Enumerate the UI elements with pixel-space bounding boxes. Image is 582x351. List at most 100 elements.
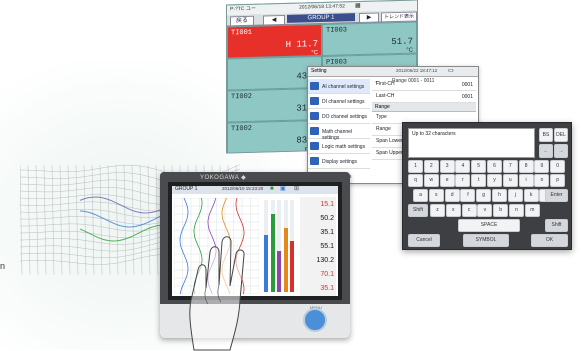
wave-grid-line [43, 164, 47, 276]
key-7[interactable]: 7 [502, 160, 518, 173]
device-group-label: GROUP 1 [175, 186, 198, 192]
key-a[interactable]: a [413, 189, 428, 202]
wave-grid-line [115, 164, 119, 276]
cursor-left-key[interactable]: ← [539, 144, 553, 158]
settings-subfield-label: Span Upper [376, 150, 403, 156]
key-t[interactable]: t [471, 174, 487, 187]
settings-menu-item[interactable]: DO channel settings [308, 109, 370, 124]
wave-grid-line [67, 164, 71, 276]
wave-grid-line [123, 164, 127, 276]
del-key[interactable]: DEL [554, 128, 568, 142]
storage-icon: ▦ [355, 2, 361, 10]
channel-value: 51.7 [391, 36, 413, 48]
settings-menu-item[interactable]: DI channel settings [308, 94, 370, 109]
back-button[interactable]: 戻る [230, 15, 254, 27]
settings-menu-label: DO channel settings [322, 114, 368, 120]
wave-grid-line [139, 164, 143, 276]
key-9[interactable]: 9 [534, 160, 550, 173]
key-8[interactable]: 8 [518, 160, 534, 173]
key-j[interactable]: j [507, 189, 523, 202]
wave-grid-line [20, 164, 23, 276]
prev-group-button[interactable]: ◀ [263, 14, 285, 26]
key-k[interactable]: k [523, 189, 539, 202]
wave-grid-line [83, 164, 87, 276]
menu-round-button[interactable] [303, 308, 327, 332]
key-w[interactable]: w [423, 174, 439, 187]
key-5[interactable]: 5 [471, 160, 487, 173]
media-icon: ▣ [280, 186, 286, 192]
side-caption-text: n [0, 261, 6, 271]
key-p[interactable]: p [550, 174, 566, 187]
key-d[interactable]: d [444, 189, 460, 202]
channel-cell[interactable]: TI003 51.7 °C [322, 21, 417, 56]
wave-grid-line [75, 164, 79, 276]
overview-topbar-label: P-?TC ユー [230, 5, 256, 13]
next-group-button[interactable]: ▶ [359, 12, 379, 24]
key-b[interactable]: b [493, 204, 509, 217]
key-o[interactable]: o [534, 174, 550, 187]
enter-key[interactable]: Enter [545, 189, 568, 202]
key-2[interactable]: 2 [423, 160, 439, 173]
key-4[interactable]: 4 [455, 160, 471, 173]
key-y[interactable]: y [487, 174, 502, 187]
settings-subfield-label: Type [376, 114, 387, 120]
space-key[interactable]: SPACE [458, 219, 520, 232]
settings-menu-item[interactable]: Logic math settings [308, 139, 370, 154]
settings-menu-label: Logic math settings [322, 144, 366, 150]
arrow-right-icon: → [558, 148, 564, 154]
settings-menu: AI channel settings DI channel settings DO… [308, 79, 370, 183]
settings-category-icon [310, 157, 319, 165]
key-6[interactable]: 6 [487, 160, 502, 173]
symbol-button[interactable]: SYMBOL [463, 234, 509, 247]
cancel-button[interactable]: Cancel [408, 234, 440, 247]
key-q[interactable]: q [408, 174, 423, 187]
key-s[interactable]: s [428, 189, 444, 202]
bargraph-fill [270, 214, 275, 292]
key-v[interactable]: v [477, 204, 493, 217]
key-0[interactable]: 0 [550, 160, 566, 173]
shift-key-right[interactable]: Shift [545, 219, 568, 232]
key-m[interactable]: m [524, 204, 540, 217]
settings-field-label: First-CH [376, 81, 395, 87]
key-z[interactable]: z [430, 204, 445, 217]
channel-cell[interactable]: TI001 H 11.7 °C [227, 24, 322, 59]
overview-clock: 2012/06/18 13:47:52 [299, 3, 345, 11]
key-i[interactable]: i [518, 174, 534, 187]
menu-grid-icon[interactable]: ⊞ [294, 186, 299, 192]
shift-key-left[interactable]: Shift [408, 204, 428, 217]
channel-tag: TI001 [231, 28, 253, 38]
key-g[interactable]: g [476, 189, 492, 202]
settings-menu-item[interactable]: Display settings [308, 154, 370, 169]
channel-tag: TI003 [326, 26, 348, 35]
settings-category-icon [310, 112, 319, 120]
key-h[interactable]: h [492, 189, 507, 202]
recording-icon: ■ [270, 186, 274, 192]
wave-grid-line [35, 164, 39, 276]
key-1[interactable]: 1 [408, 160, 423, 173]
settings-clock: 2012/06/22 18:47:12 [396, 68, 438, 73]
settings-menu-item[interactable]: AI channel settings [308, 79, 370, 94]
key-c[interactable]: c [461, 204, 477, 217]
cursor-right-key[interactable]: → [554, 144, 568, 158]
bs-key[interactable]: BS [539, 128, 553, 142]
settings-field-row[interactable]: First-CH 0001 [372, 79, 476, 91]
key-n[interactable]: n [509, 204, 524, 217]
text-entry-field[interactable]: Up to 32 characters [408, 128, 535, 158]
key-f[interactable]: f [460, 189, 476, 202]
bargraph-fill [277, 251, 281, 292]
wave-grid-line [51, 164, 55, 276]
settings-title: Setting [311, 68, 327, 74]
key-e[interactable]: e [439, 174, 455, 187]
key-u[interactable]: u [502, 174, 518, 187]
key-r[interactable]: r [455, 174, 471, 187]
settings-field-row[interactable]: Last-CH 0001 [372, 91, 476, 103]
wave-grid-line [131, 164, 135, 276]
settings-menu-item[interactable]: Math channel settings [308, 124, 370, 141]
wave-grid-line [147, 164, 151, 276]
key-x[interactable]: x [445, 204, 461, 217]
arrow-left-icon: ← [543, 148, 549, 154]
ok-button[interactable]: OK [531, 234, 568, 247]
key-3[interactable]: 3 [439, 160, 455, 173]
bargraph-fill [283, 228, 288, 292]
settings-field-value: 0001 [461, 94, 473, 100]
